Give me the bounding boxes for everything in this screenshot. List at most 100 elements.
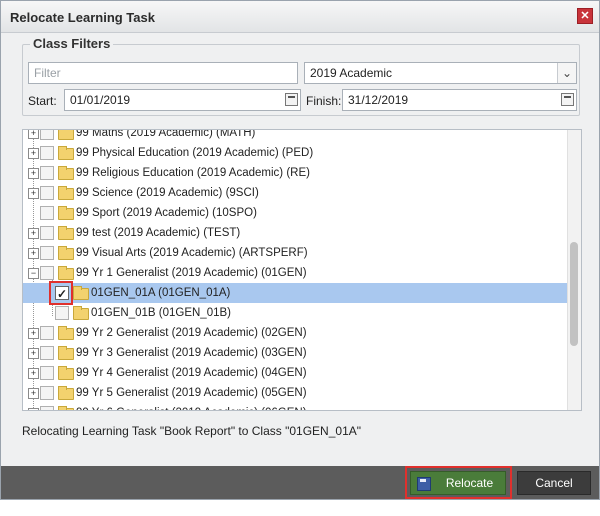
- folder-icon: [58, 226, 74, 240]
- tree-row-label: 99 Science (2019 Academic) (9SCI): [76, 187, 259, 199]
- tree-row-label: 99 Yr 5 Generalist (2019 Academic) (05GE…: [76, 387, 307, 399]
- tree-row-selected[interactable]: 01GEN_01A (01GEN_01A): [23, 283, 568, 304]
- tree-row-label: 01GEN_01A (01GEN_01A): [91, 287, 231, 299]
- tree-row-label: 99 Physical Education (2019 Academic) (P…: [76, 147, 314, 159]
- tree-row[interactable]: + 99 Yr 6 Generalist (2019 Academic) (06…: [23, 403, 568, 410]
- expand-icon[interactable]: +: [28, 348, 39, 359]
- start-date-field[interactable]: 01/01/2019: [64, 89, 301, 111]
- tree-row[interactable]: + 99 Yr 3 Generalist (2019 Academic) (03…: [23, 343, 568, 363]
- tree-row[interactable]: 99 Sport (2019 Academic) (10SPO): [23, 203, 568, 223]
- dialog-titlebar: Relocate Learning Task ✕: [1, 1, 599, 33]
- tree-scrollbar[interactable]: [567, 130, 581, 410]
- folder-icon: [58, 386, 74, 400]
- expand-icon[interactable]: +: [28, 388, 39, 399]
- tree-row[interactable]: + 99 Religious Education (2019 Academic)…: [23, 163, 568, 183]
- calendar-icon[interactable]: [285, 93, 298, 106]
- filter-placeholder: Filter: [34, 66, 61, 80]
- checkbox[interactable]: [40, 166, 54, 180]
- expand-icon[interactable]: +: [28, 328, 39, 339]
- checkbox-highlight: [49, 281, 73, 305]
- tree-row[interactable]: + 99 Visual Arts (2019 Academic) (ARTSPE…: [23, 243, 568, 263]
- tree-row[interactable]: + 99 Yr 2 Generalist (2019 Academic) (02…: [23, 323, 568, 343]
- checkbox[interactable]: [40, 146, 54, 160]
- expand-icon[interactable]: +: [28, 408, 39, 410]
- checkbox[interactable]: [40, 186, 54, 200]
- folder-icon: [58, 166, 74, 180]
- expand-icon[interactable]: +: [28, 188, 39, 199]
- relocate-task-button[interactable]: Relocate Task: [410, 471, 506, 512]
- tree-row[interactable]: + 99 Science (2019 Academic) (9SCI): [23, 183, 568, 203]
- calendar-icon[interactable]: [561, 93, 574, 106]
- folder-icon: [58, 146, 74, 160]
- expand-icon[interactable]: +: [28, 130, 39, 139]
- class-filters-legend: Class Filters: [30, 36, 114, 51]
- tree-row-label: 99 Yr 6 Generalist (2019 Academic) (06GE…: [76, 403, 307, 410]
- cancel-button[interactable]: Cancel: [517, 471, 591, 495]
- expand-icon[interactable]: +: [28, 248, 39, 259]
- tree-row[interactable]: + 99 Yr 4 Generalist (2019 Academic) (04…: [23, 363, 568, 383]
- scrollbar-thumb[interactable]: [570, 242, 578, 346]
- class-tree[interactable]: + 99 Maths (2019 Academic) (MATH) + 99 P…: [22, 129, 582, 411]
- checkbox[interactable]: [40, 366, 54, 380]
- folder-icon: [58, 186, 74, 200]
- collapse-icon[interactable]: −: [28, 268, 39, 279]
- checkbox[interactable]: [40, 406, 54, 410]
- folder-icon: [58, 130, 74, 140]
- checkbox[interactable]: [40, 206, 54, 220]
- tree-row[interactable]: + 99 Physical Education (2019 Academic) …: [23, 143, 568, 163]
- save-disk-icon: [417, 477, 431, 491]
- tree-row-label: 99 Maths (2019 Academic) (MATH): [76, 129, 256, 139]
- checkbox[interactable]: [40, 326, 54, 340]
- class-filters-group: Class Filters Filter 2019 Academic ⌄ Sta…: [22, 36, 580, 116]
- tree-row-label: 01GEN_01B (01GEN_01B): [91, 307, 231, 319]
- folder-icon: [58, 366, 74, 380]
- year-select[interactable]: 2019 Academic ⌄: [304, 62, 577, 84]
- finish-label: Finish:: [306, 94, 342, 108]
- checkbox[interactable]: [40, 226, 54, 240]
- checkbox[interactable]: [40, 246, 54, 260]
- expand-icon[interactable]: +: [28, 168, 39, 179]
- folder-icon: [73, 286, 89, 300]
- chevron-down-icon[interactable]: ⌄: [557, 63, 576, 83]
- filter-input[interactable]: Filter: [28, 62, 298, 84]
- tree-row-label: 99 Yr 4 Generalist (2019 Academic) (04GE…: [76, 367, 307, 379]
- expand-icon[interactable]: +: [28, 368, 39, 379]
- tree-row-label: 99 Religious Education (2019 Academic) (…: [76, 167, 310, 179]
- dialog-footer: Relocate Task Cancel: [1, 466, 599, 512]
- tree-row-label: 99 Yr 2 Generalist (2019 Academic) (02GE…: [76, 327, 307, 339]
- tree-row-label: 99 Sport (2019 Academic) (10SPO): [76, 207, 257, 219]
- tree-row[interactable]: + 99 Yr 5 Generalist (2019 Academic) (05…: [23, 383, 568, 403]
- folder-icon: [58, 266, 74, 280]
- tree-row[interactable]: 01GEN_01B (01GEN_01B): [23, 303, 568, 323]
- relocate-task-label: Relocate Task: [445, 476, 494, 512]
- folder-icon: [58, 346, 74, 360]
- checkbox[interactable]: [40, 130, 54, 140]
- tree-row-label: 99 test (2019 Academic) (TEST): [76, 227, 241, 239]
- relocate-dialog: Relocate Learning Task ✕ Class Filters F…: [0, 0, 600, 512]
- dialog-title: Relocate Learning Task: [10, 10, 155, 25]
- tree-row-label: 99 Yr 1 Generalist (2019 Academic) (01GE…: [76, 267, 307, 279]
- tree-row[interactable]: + 99 Maths (2019 Academic) (MATH): [23, 129, 568, 143]
- tree-row[interactable]: + 99 test (2019 Academic) (TEST): [23, 223, 568, 243]
- year-select-value: 2019 Academic: [310, 66, 393, 80]
- finish-date-field[interactable]: 31/12/2019: [342, 89, 577, 111]
- tree-row[interactable]: − 99 Yr 1 Generalist (2019 Academic) (01…: [23, 263, 568, 283]
- tree-row-label: 99 Visual Arts (2019 Academic) (ARTSPERF…: [76, 247, 308, 259]
- start-date-value: 01/01/2019: [70, 93, 131, 107]
- start-label: Start:: [28, 94, 57, 108]
- checkbox[interactable]: [40, 266, 54, 280]
- close-icon[interactable]: ✕: [577, 8, 593, 24]
- expand-icon[interactable]: +: [28, 228, 39, 239]
- folder-icon: [58, 326, 74, 340]
- checkbox[interactable]: [55, 306, 69, 320]
- relocation-status-message: Relocating Learning Task "Book Report" t…: [22, 424, 361, 438]
- folder-icon: [58, 206, 74, 220]
- expand-icon[interactable]: +: [28, 148, 39, 159]
- finish-date-value: 31/12/2019: [348, 93, 409, 107]
- folder-icon: [73, 306, 89, 320]
- checkbox[interactable]: [40, 386, 54, 400]
- tree-row-label: 99 Yr 3 Generalist (2019 Academic) (03GE…: [76, 347, 307, 359]
- folder-icon: [58, 406, 74, 410]
- checkbox[interactable]: [40, 346, 54, 360]
- folder-icon: [58, 246, 74, 260]
